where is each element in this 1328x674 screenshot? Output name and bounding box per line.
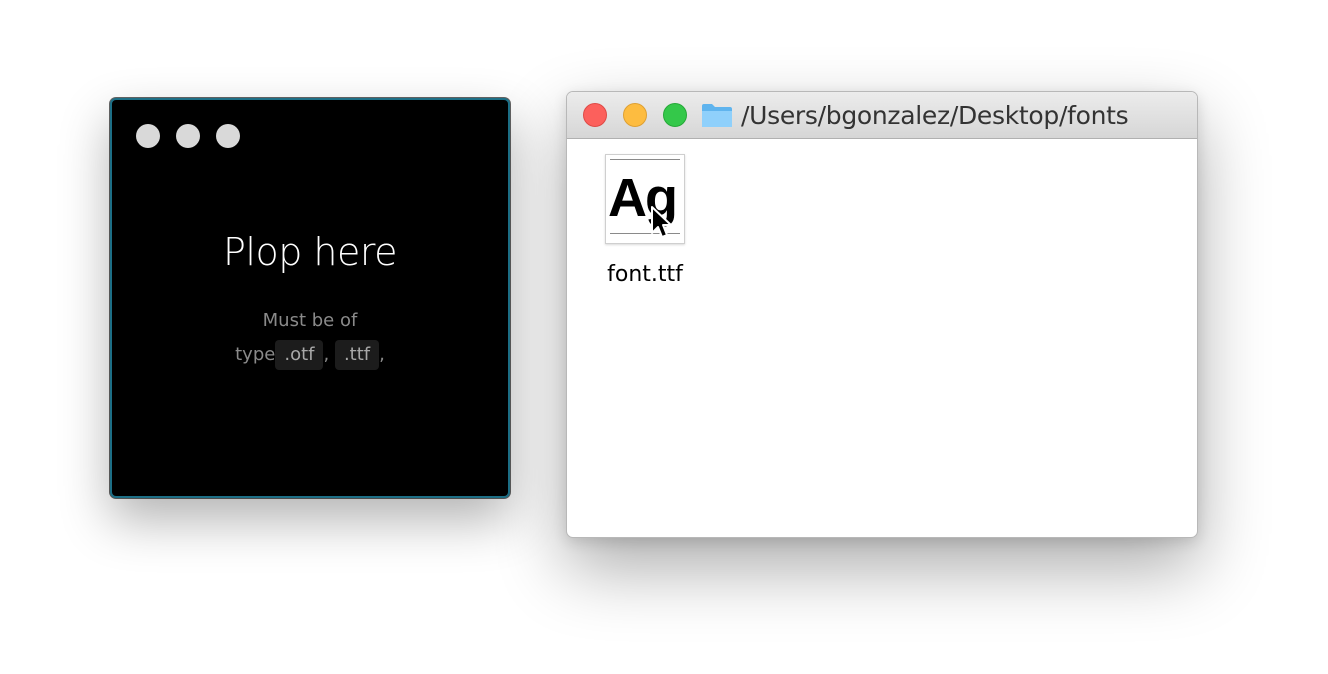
- extension-trailing: ,: [379, 344, 385, 365]
- finder-window[interactable]: /Users/bgonzalez/Desktop/fonts Ag font.t…: [566, 91, 1198, 538]
- font-file-icon[interactable]: Ag: [605, 154, 685, 244]
- finder-titlebar[interactable]: /Users/bgonzalez/Desktop/fonts: [567, 92, 1197, 139]
- zoom-dot[interactable]: [216, 124, 240, 148]
- file-name[interactable]: font.ttf: [597, 262, 693, 287]
- close-button[interactable]: [583, 103, 607, 127]
- extension-chip-ttf: .ttf: [334, 340, 380, 370]
- desktop-stage: Plop here Must be of type .otf, .ttf, /Us…: [0, 0, 1328, 674]
- close-dot[interactable]: [136, 124, 160, 148]
- drop-instructions: Must be of type .otf, .ttf,: [112, 304, 508, 372]
- instructions-line-2: type .otf, .ttf,: [112, 338, 508, 372]
- window-path-title: /Users/bgonzalez/Desktop/fonts: [741, 101, 1129, 130]
- drop-zone-window[interactable]: Plop here Must be of type .otf, .ttf,: [110, 98, 510, 498]
- drop-title: Plop here: [222, 230, 398, 274]
- minimize-button[interactable]: [623, 103, 647, 127]
- folder-icon: [702, 104, 732, 127]
- file-item[interactable]: Ag font.ttf: [597, 154, 693, 287]
- extension-separator: ,: [323, 344, 330, 365]
- zoom-button[interactable]: [663, 103, 687, 127]
- type-word: type: [235, 344, 276, 365]
- preview-top-rule: [610, 159, 680, 160]
- window-controls: [136, 124, 240, 148]
- instructions-line-1: Must be of: [262, 310, 358, 331]
- minimize-dot[interactable]: [176, 124, 200, 148]
- arrow-cursor-icon: [651, 206, 672, 238]
- extension-chip-otf: .otf: [275, 340, 324, 370]
